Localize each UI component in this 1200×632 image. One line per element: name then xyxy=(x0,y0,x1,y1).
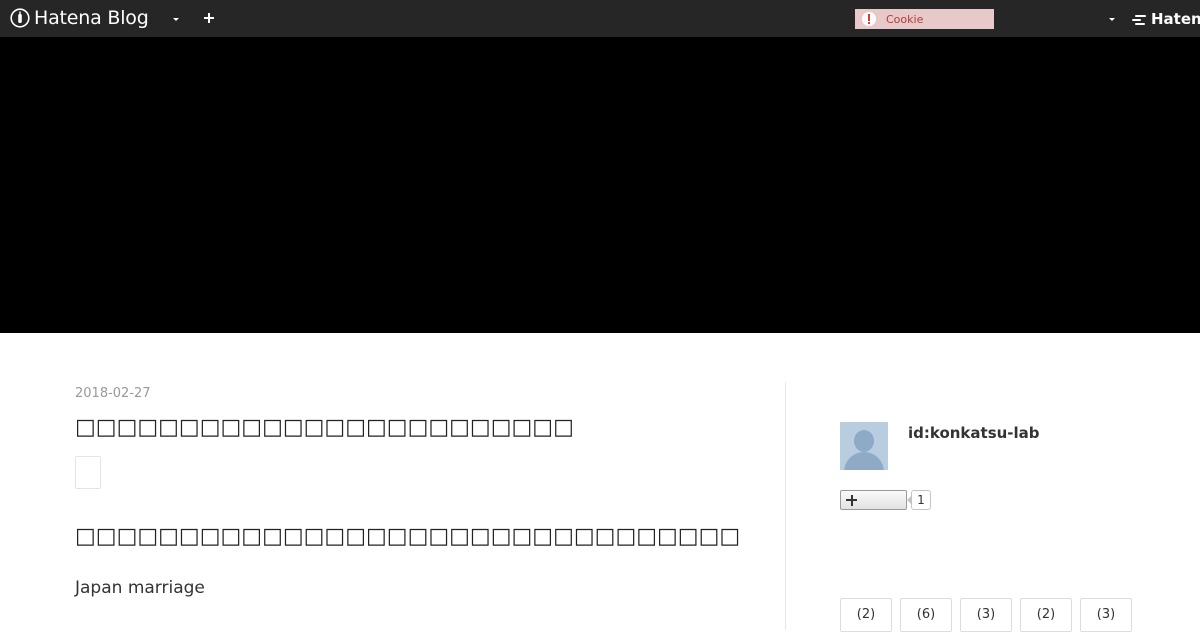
avatar[interactable] xyxy=(840,422,888,470)
warning-icon xyxy=(862,12,876,26)
brand-name: Hatena Blog xyxy=(34,7,149,29)
category-chip[interactable]: (2) xyxy=(840,598,892,632)
chevron-down-icon xyxy=(1109,17,1115,21)
profile-id-link[interactable]: id:konkatsu-lab xyxy=(908,424,1040,442)
global-header: Hatena Blog Cookie Hatena xyxy=(0,0,1200,37)
cookie-notice-label: Cookie xyxy=(886,12,924,26)
new-post-button[interactable] xyxy=(202,11,216,25)
hatena-mark-icon xyxy=(1132,13,1148,25)
column-divider xyxy=(785,382,786,630)
cookie-notice-button[interactable]: Cookie xyxy=(855,9,994,29)
hatena-blog-pen-icon xyxy=(10,8,30,28)
entry-date[interactable]: 2018-02-27 xyxy=(75,386,151,401)
category-chip[interactable]: (3) xyxy=(1080,598,1132,632)
entry-heading: □□□□□□□□□□□□□□□□□□□□□□□□□□□□□□□□ xyxy=(75,524,741,549)
social-share-button[interactable] xyxy=(75,456,101,489)
category-chip[interactable]: (2) xyxy=(1020,598,1072,632)
user-silhouette-icon xyxy=(854,430,874,452)
chevron-down-icon xyxy=(173,17,179,21)
entry-title[interactable]: □□□□□□□□□□□□□□□□□□□□□□□□ xyxy=(75,415,574,440)
entry-body-text: Japan marriage xyxy=(75,578,205,598)
follower-count: 1 xyxy=(911,490,931,510)
follow-button[interactable] xyxy=(840,490,907,510)
blog-menu-dropdown[interactable] xyxy=(169,12,183,26)
user-menu-dropdown[interactable] xyxy=(1105,12,1119,26)
category-chip[interactable]: (6) xyxy=(900,598,952,632)
blog-header-banner xyxy=(0,37,1200,333)
hatena-logo-text: Hatena xyxy=(1151,10,1200,28)
hatena-logo-link[interactable]: Hatena xyxy=(1132,10,1200,28)
category-chip[interactable]: (3) xyxy=(960,598,1012,632)
hatena-blog-logo-link[interactable]: Hatena Blog xyxy=(10,7,149,29)
